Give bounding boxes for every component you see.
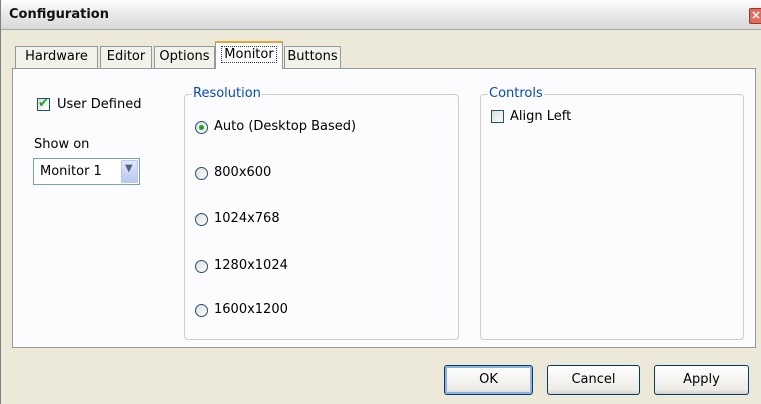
ok-button[interactable]: OK: [444, 365, 533, 395]
check-icon: ✔: [38, 96, 49, 111]
controls-group: [480, 94, 744, 340]
close-icon: ×: [751, 8, 761, 22]
apply-button[interactable]: Apply: [654, 365, 749, 395]
show-on-label: Show on: [34, 137, 90, 152]
user-defined-checkbox[interactable]: ✔: [37, 96, 50, 111]
radio-auto[interactable]: [195, 121, 208, 134]
radio-1280x1024[interactable]: [195, 260, 208, 273]
radio-1024x768-label: 1024x768: [214, 211, 280, 226]
controls-group-title: Controls: [488, 86, 544, 101]
resolution-group-title: Resolution: [192, 86, 262, 101]
configuration-window: Configuration × Hardware Editor Options …: [0, 0, 761, 404]
monitor-select-value: Monitor 1: [40, 164, 102, 179]
radio-1024x768[interactable]: [195, 213, 208, 226]
tab-editor[interactable]: Editor: [100, 46, 152, 68]
monitor-select[interactable]: Monitor 1 ▼: [33, 158, 140, 185]
chevron-down-icon: ▼: [125, 163, 133, 174]
radio-selected-dot: [199, 125, 204, 130]
tab-hardware[interactable]: Hardware: [15, 46, 98, 68]
radio-auto-label: Auto (Desktop Based): [214, 119, 357, 134]
cancel-button[interactable]: Cancel: [547, 365, 640, 395]
close-button[interactable]: ×: [749, 8, 761, 24]
dropdown-button[interactable]: ▼: [121, 160, 138, 183]
tab-label: Monitor: [221, 46, 277, 63]
radio-1600x1200-label: 1600x1200: [214, 302, 288, 317]
tab-label: Options: [159, 49, 210, 64]
user-defined-label: User Defined: [57, 97, 142, 112]
tab-label: Editor: [106, 49, 146, 64]
window-title: Configuration: [9, 7, 109, 22]
tab-buttons[interactable]: Buttons: [284, 46, 341, 68]
tab-options[interactable]: Options: [154, 46, 215, 68]
title-bar[interactable]: Configuration ×: [1, 0, 761, 30]
tab-monitor[interactable]: Monitor: [215, 41, 283, 69]
align-left-checkbox[interactable]: [491, 110, 504, 123]
tab-label: Buttons: [287, 49, 338, 64]
tab-label: Hardware: [25, 49, 88, 64]
align-left-label: Align Left: [510, 109, 572, 124]
radio-1280x1024-label: 1280x1024: [214, 258, 288, 273]
radio-800x600-label: 800x600: [214, 165, 272, 180]
radio-800x600[interactable]: [195, 167, 208, 180]
radio-1600x1200[interactable]: [195, 304, 208, 317]
